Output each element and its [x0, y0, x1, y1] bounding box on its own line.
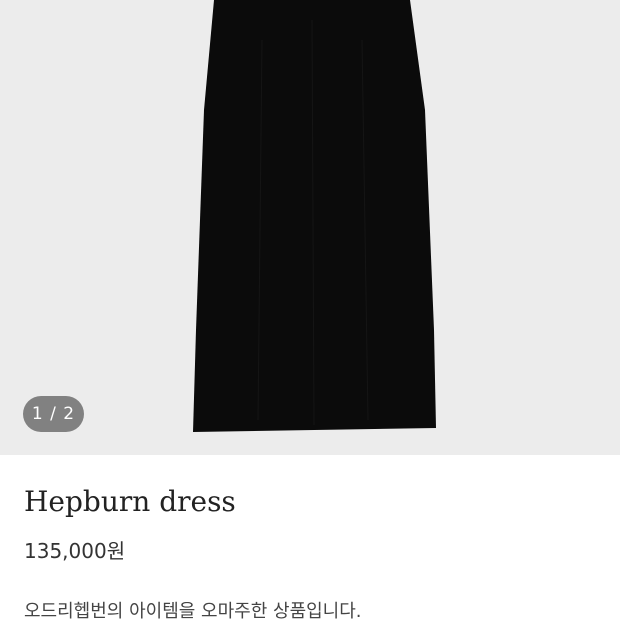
product-image [193, 0, 436, 432]
product-price: 135,000원 [24, 539, 126, 563]
dress-shape [193, 0, 436, 432]
image-counter-badge: 1 / 2 [23, 396, 84, 432]
product-description: 오드리헵번의 아이템을 오마주한 상품입니다. [24, 601, 362, 622]
product-image-gallery[interactable]: 1 / 2 [0, 0, 620, 455]
product-title: Hepburn dress [24, 485, 236, 518]
